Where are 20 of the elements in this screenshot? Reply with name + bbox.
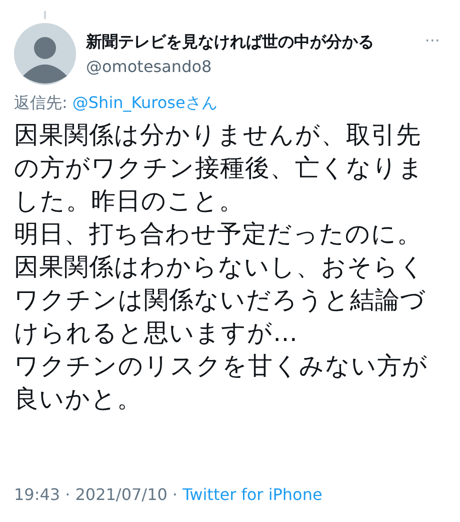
tweet-text-line: 良いかと。	[14, 383, 142, 415]
tweet-text-line: 明日、打ち合わせ予定だったのに。	[14, 218, 422, 250]
separator-dot: ·	[65, 485, 70, 504]
tweet-date: 2021/07/10	[75, 485, 168, 504]
tweet-text-line: ワクチンは関係ないだろうと結論づ	[14, 284, 426, 316]
tweet-text-line: した。昨日のこと。	[14, 185, 244, 217]
reply-mention-link[interactable]: @Shin_Kuroseさん	[72, 93, 218, 114]
tweet-time: 19:43	[14, 485, 60, 504]
avatar-icon[interactable]	[14, 23, 76, 85]
tweet-text-line: 因果関係は分かりませんが、取引先	[14, 119, 421, 151]
more-button[interactable]: ···	[424, 31, 440, 50]
display-name[interactable]: 新聞テレビを見なければ世の中が分かる	[86, 32, 374, 53]
source-link[interactable]: Twitter for iPhone	[182, 485, 322, 504]
user-handle[interactable]: @omotesando8	[86, 57, 212, 76]
tweet-text-line: けられると思いますが…	[14, 317, 298, 349]
tweet-text-line: の方がワクチン接種後、亡くなりま	[14, 152, 424, 184]
tweet-text-line: 因果関係はわからないし、おそらく	[14, 251, 425, 283]
reply-label: 返信先:	[14, 93, 68, 114]
tweet-text-line: ワクチンのリスクを甘くみない方が	[14, 350, 428, 382]
separator-dot: ·	[172, 485, 178, 504]
